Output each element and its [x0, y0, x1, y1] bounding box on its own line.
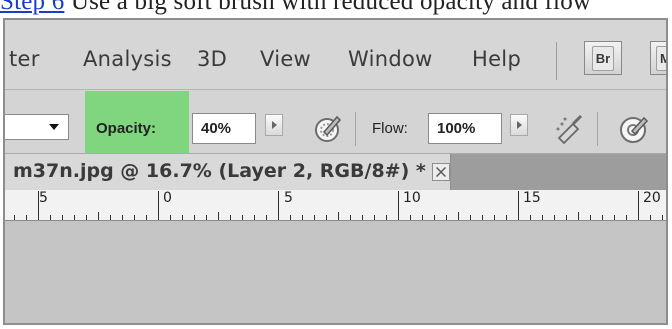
options-bar: Opacity: 40% Flow: 100%: [5, 90, 666, 154]
menu-filter[interactable]: ter: [9, 47, 40, 71]
ruler-label: 0: [163, 190, 172, 206]
horizontal-ruler[interactable]: 5 0 5 10 15 20: [5, 190, 666, 221]
canvas-area[interactable]: [5, 221, 666, 323]
document-tab-bar: m37n.jpg @ 16.7% (Layer 2, RGB/8#) *: [5, 154, 666, 190]
ruler-label: 20: [643, 190, 661, 206]
mode-dropdown[interactable]: [5, 114, 69, 140]
step-link[interactable]: Step 6: [0, 0, 64, 15]
menu-analysis[interactable]: Analysis: [83, 47, 172, 71]
bridge-button-label: Br: [591, 45, 615, 71]
flow-label: Flow:: [372, 120, 408, 137]
ruler-label: 5: [284, 190, 293, 206]
bridge-button[interactable]: Br: [584, 41, 622, 75]
opacity-slider-toggle[interactable]: [265, 114, 283, 136]
menu-window[interactable]: Window: [348, 47, 433, 71]
flow-input[interactable]: 100%: [428, 113, 502, 144]
options-separator: [597, 112, 598, 146]
menu-help[interactable]: Help: [472, 47, 521, 71]
mini-bridge-label: M: [656, 45, 666, 71]
tutorial-caption: Step 6 Use a big soft brush with reduced…: [0, 0, 591, 16]
photoshop-window: ter Analysis 3D View Window Help Br M Op…: [3, 18, 668, 325]
flow-slider-toggle[interactable]: [510, 114, 528, 136]
ruler-label: 15: [523, 190, 541, 206]
menu-view[interactable]: View: [260, 47, 311, 71]
ruler-label: 10: [403, 190, 421, 206]
menu-bar: ter Analysis 3D View Window Help Br M: [5, 20, 666, 90]
caption-text: Use a big soft brush with reduced opacit…: [64, 0, 592, 15]
airbrush-icon[interactable]: [553, 112, 587, 146]
options-separator: [355, 112, 356, 146]
pressure-size-icon[interactable]: [616, 112, 650, 146]
document-tab-title: m37n.jpg @ 16.7% (Layer 2, RGB/8#) *: [13, 160, 426, 182]
close-icon[interactable]: [432, 163, 450, 181]
pressure-pen-icon[interactable]: [310, 112, 344, 146]
menu-separator: [556, 42, 557, 80]
ruler-label: 5: [39, 190, 48, 206]
opacity-input[interactable]: 40%: [192, 113, 256, 144]
opacity-label: Opacity:: [96, 120, 157, 137]
mini-bridge-button[interactable]: M: [650, 41, 666, 75]
document-tab[interactable]: m37n.jpg @ 16.7% (Layer 2, RGB/8#) *: [5, 154, 451, 190]
menu-3d[interactable]: 3D: [197, 47, 227, 71]
ruler-ticks: [14, 191, 663, 220]
chevron-down-icon: [49, 124, 59, 130]
